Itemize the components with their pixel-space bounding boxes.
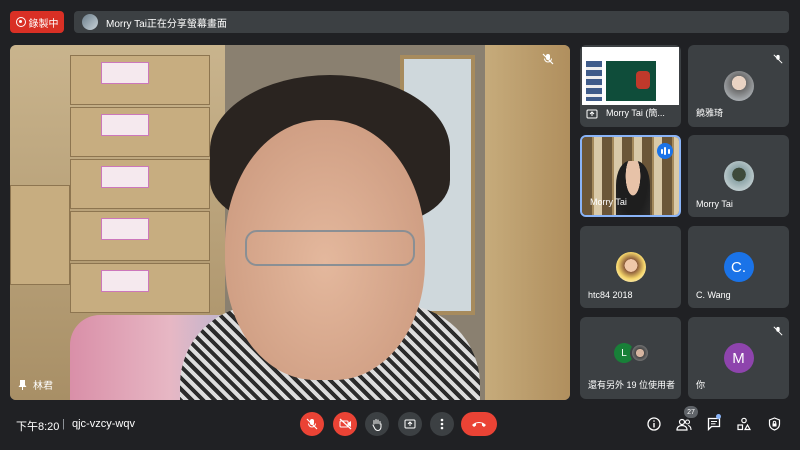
- tile-name: 你: [696, 380, 706, 390]
- main-speaker-video[interactable]: [10, 45, 570, 400]
- info-icon: [647, 417, 661, 431]
- tile-name: C. Wang: [696, 290, 731, 300]
- tile-name: htc84 2018: [588, 290, 633, 300]
- avatar: [723, 161, 754, 191]
- people-icon: [676, 418, 692, 431]
- meeting-details-button[interactable]: [644, 414, 664, 434]
- participant-tile-active[interactable]: Morry Tai: [580, 135, 681, 217]
- camera-off-icon: [339, 418, 351, 430]
- participant-video: [616, 161, 650, 215]
- video-background: [70, 263, 210, 313]
- participants-count-badge: 27: [684, 406, 698, 418]
- raise-hand-button[interactable]: [365, 412, 389, 436]
- shared-screen-preview: [582, 47, 679, 105]
- participant-tile-presentation[interactable]: Morry Tai (簡...: [580, 45, 681, 127]
- mic-off-icon: [542, 52, 554, 70]
- screen-share-text: Morry Tai正在分享螢幕畫面: [106, 18, 227, 30]
- video-background: [70, 107, 210, 157]
- mic-off-icon: [306, 418, 318, 430]
- video-background: [10, 185, 70, 285]
- tile-name: Morry Tai: [590, 197, 627, 207]
- pin-icon: [18, 379, 27, 390]
- chat-icon: [707, 417, 721, 431]
- screen-share-banner: Morry Tai正在分享螢幕畫面: [74, 11, 789, 33]
- more-options-button[interactable]: [430, 412, 454, 436]
- speaker-glasses: [245, 230, 415, 266]
- video-background: [485, 45, 570, 400]
- leave-call-button[interactable]: [461, 412, 497, 436]
- participant-tile[interactable]: C. C. Wang: [688, 226, 789, 308]
- video-background: [70, 211, 210, 261]
- shield-lock-icon: [768, 417, 780, 431]
- mic-toggle-button[interactable]: [300, 412, 324, 436]
- avatar: M: [723, 343, 754, 373]
- unread-dot: [716, 414, 721, 419]
- present-icon: [586, 107, 598, 125]
- avatar: [723, 71, 754, 101]
- video-background: [70, 159, 210, 209]
- more-vert-icon: [440, 418, 444, 430]
- avatar: [630, 343, 650, 363]
- participant-tile[interactable]: htc84 2018: [580, 226, 681, 308]
- activities-button[interactable]: [734, 414, 754, 434]
- participant-tile[interactable]: 饒雅琦: [688, 45, 789, 127]
- meeting-code: qjc-vzcy-wqv: [72, 418, 135, 430]
- tile-name: 饒雅琦: [696, 108, 724, 118]
- recording-label: 錄製中: [28, 18, 59, 30]
- main-speaker-name: 林君: [33, 381, 53, 392]
- clock: 下午8:20: [16, 421, 60, 433]
- avatar: C.: [723, 252, 754, 282]
- recording-button[interactable]: 錄製中: [10, 11, 64, 33]
- activities-icon: [737, 417, 751, 431]
- main-speaker-label: 林君: [18, 377, 53, 392]
- others-tile[interactable]: L 還有另外 19 位使用者: [580, 317, 681, 399]
- present-button[interactable]: [398, 412, 422, 436]
- tile-name: Morry Tai (簡...: [606, 108, 665, 118]
- presenter-avatar: [82, 14, 98, 30]
- avatar: [615, 252, 646, 282]
- others-count-label: 還有另外 19 位使用者: [588, 380, 676, 390]
- tile-name: Morry Tai: [696, 199, 733, 209]
- video-background: [70, 55, 210, 105]
- separator: |: [62, 418, 65, 430]
- hand-icon: [372, 418, 382, 431]
- hang-up-icon: [472, 422, 486, 427]
- speaking-indicator-icon: [657, 143, 673, 159]
- mic-off-icon: [773, 323, 783, 341]
- participant-tile[interactable]: Morry Tai: [688, 135, 789, 217]
- record-icon: [15, 17, 26, 27]
- mic-off-icon: [773, 51, 783, 69]
- chat-button[interactable]: [704, 414, 724, 434]
- camera-toggle-button[interactable]: [333, 412, 357, 436]
- self-tile[interactable]: M 你: [688, 317, 789, 399]
- present-icon: [404, 419, 416, 429]
- host-controls-button[interactable]: [764, 414, 784, 434]
